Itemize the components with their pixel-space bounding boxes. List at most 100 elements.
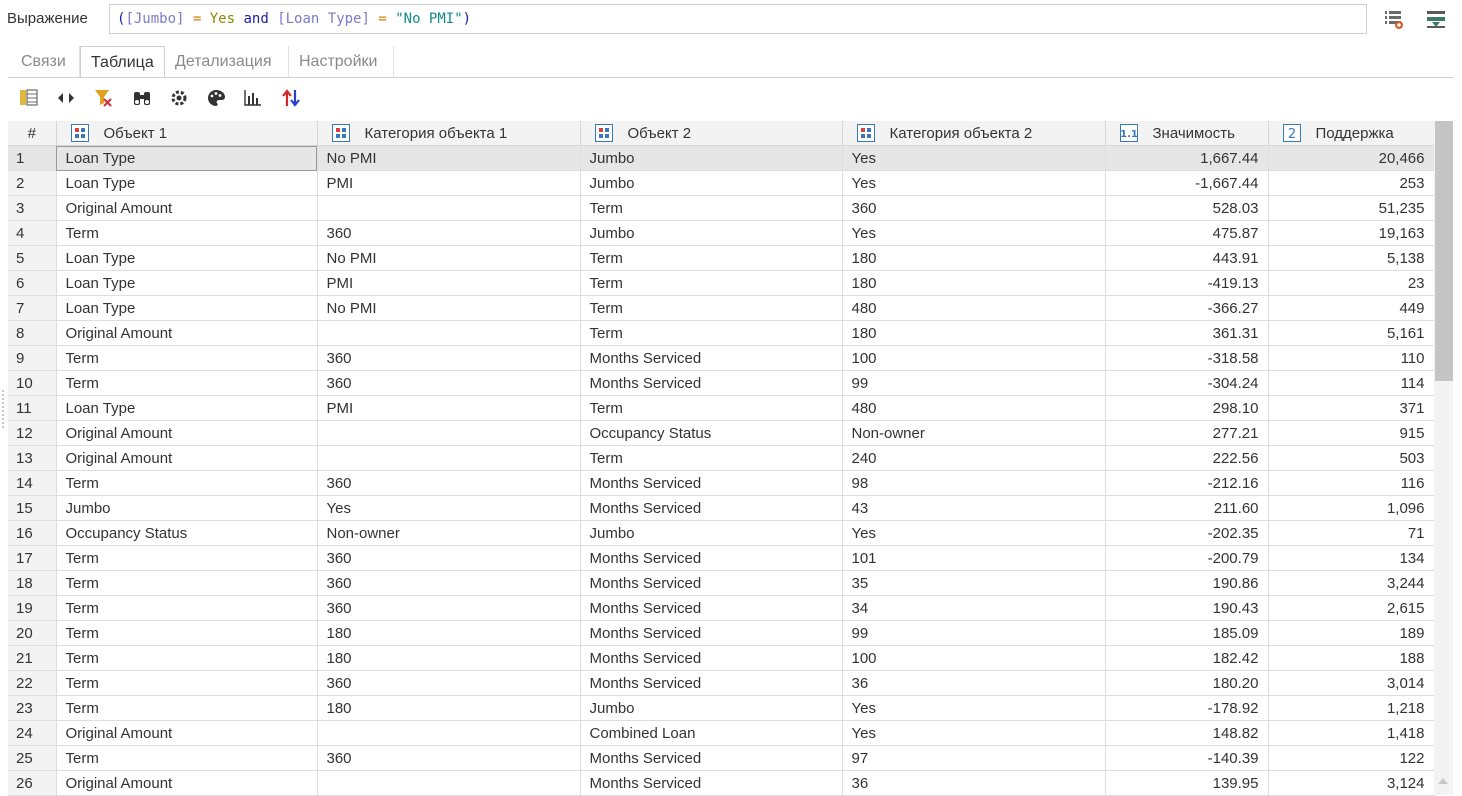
cell-category2[interactable]: 34: [842, 595, 1106, 621]
table-row[interactable]: 16 Occupancy Status Non-owner Jumbo Yes -202.…: [8, 520, 1435, 546]
cell-support[interactable]: 5,138: [1268, 245, 1435, 271]
cell-support[interactable]: 1,418: [1268, 720, 1435, 746]
tab-details[interactable]: Детализация: [165, 46, 289, 77]
cell-category2[interactable]: 43: [842, 495, 1106, 521]
cell-significance[interactable]: 443.91: [1105, 245, 1269, 271]
table-row[interactable]: 4 Term 360 Jumbo Yes 475.87 19,163: [8, 220, 1435, 246]
cell-object1[interactable]: Loan Type: [56, 395, 318, 421]
cell-object2[interactable]: Term: [580, 270, 843, 296]
cell-object1[interactable]: Original Amount: [56, 420, 318, 446]
cell-object2[interactable]: Jumbo: [580, 695, 843, 721]
cell-category2[interactable]: 180: [842, 270, 1106, 296]
table-row[interactable]: 15 Jumbo Yes Months Serviced 43 211.60 1,096: [8, 495, 1435, 521]
table-row[interactable]: 10 Term 360 Months Serviced 99 -304.24 114: [8, 370, 1435, 396]
cell-support[interactable]: 1,096: [1268, 495, 1435, 521]
row-number[interactable]: 8: [8, 320, 57, 346]
settings-icon[interactable]: [168, 87, 190, 109]
cell-category2[interactable]: 101: [842, 545, 1106, 571]
cell-support[interactable]: 116: [1268, 470, 1435, 496]
cell-significance[interactable]: 1,667.44: [1105, 145, 1269, 171]
cell-significance[interactable]: -419.13: [1105, 270, 1269, 296]
row-number[interactable]: 14: [8, 470, 57, 496]
cell-support[interactable]: 449: [1268, 295, 1435, 321]
cell-category2[interactable]: Yes: [842, 520, 1106, 546]
cell-category2[interactable]: 240: [842, 445, 1106, 471]
cell-significance[interactable]: 528.03: [1105, 195, 1269, 221]
cell-significance[interactable]: -318.58: [1105, 345, 1269, 371]
table-row[interactable]: 25 Term 360 Months Serviced 97 -140.39 122: [8, 745, 1435, 771]
cell-significance[interactable]: 148.82: [1105, 720, 1269, 746]
row-number[interactable]: 7: [8, 295, 57, 321]
filter-clear-icon[interactable]: [92, 87, 114, 109]
cell-object1[interactable]: Jumbo: [56, 495, 318, 521]
cell-category2[interactable]: 36: [842, 770, 1106, 796]
cell-object1[interactable]: Original Amount: [56, 195, 318, 221]
cell-significance[interactable]: -1,667.44: [1105, 170, 1269, 196]
cell-support[interactable]: 371: [1268, 395, 1435, 421]
table-row[interactable]: 23 Term 180 Jumbo Yes -178.92 1,218: [8, 695, 1435, 721]
cell-significance[interactable]: -200.79: [1105, 545, 1269, 571]
row-number[interactable]: 17: [8, 545, 57, 571]
column-header-category1[interactable]: Категория объекта 1: [317, 121, 581, 146]
cell-object2[interactable]: Jumbo: [580, 520, 843, 546]
table-row[interactable]: 22 Term 360 Months Serviced 36 180.20 3,014: [8, 670, 1435, 696]
cell-category1[interactable]: [317, 420, 581, 446]
cell-object1[interactable]: Original Amount: [56, 720, 318, 746]
cell-category2[interactable]: 480: [842, 295, 1106, 321]
table-row[interactable]: 8 Original Amount Term 180 361.31 5,161: [8, 320, 1435, 346]
cell-significance[interactable]: 182.42: [1105, 645, 1269, 671]
tab-settings[interactable]: Настройки: [289, 46, 394, 77]
cell-significance[interactable]: -304.24: [1105, 370, 1269, 396]
tab-table[interactable]: Таблица: [80, 46, 165, 78]
cell-category2[interactable]: Non-owner: [842, 420, 1106, 446]
cell-support[interactable]: 915: [1268, 420, 1435, 446]
cell-category2[interactable]: 480: [842, 395, 1106, 421]
cell-object1[interactable]: Term: [56, 220, 318, 246]
table-row[interactable]: 19 Term 360 Months Serviced 34 190.43 2,615: [8, 595, 1435, 621]
cell-support[interactable]: 122: [1268, 745, 1435, 771]
cell-support[interactable]: 3,244: [1268, 570, 1435, 596]
cell-category2[interactable]: 35: [842, 570, 1106, 596]
cell-object1[interactable]: Loan Type: [56, 295, 318, 321]
table-row[interactable]: 9 Term 360 Months Serviced 100 -318.58 110: [8, 345, 1435, 371]
row-number[interactable]: 6: [8, 270, 57, 296]
row-number[interactable]: 12: [8, 420, 57, 446]
scrollbar-thumb[interactable]: [1435, 121, 1453, 381]
cell-support[interactable]: 2,615: [1268, 595, 1435, 621]
cell-object1[interactable]: Term: [56, 470, 318, 496]
table-row[interactable]: 20 Term 180 Months Serviced 99 185.09 189: [8, 620, 1435, 646]
cell-significance[interactable]: 277.21: [1105, 420, 1269, 446]
row-number[interactable]: 5: [8, 245, 57, 271]
cell-category1[interactable]: 360: [317, 570, 581, 596]
row-number[interactable]: 16: [8, 520, 57, 546]
cell-category1[interactable]: 360: [317, 545, 581, 571]
row-number[interactable]: 20: [8, 620, 57, 646]
row-number[interactable]: 13: [8, 445, 57, 471]
cell-category1[interactable]: 360: [317, 345, 581, 371]
cell-significance[interactable]: -202.35: [1105, 520, 1269, 546]
cell-category2[interactable]: 99: [842, 370, 1106, 396]
cell-object2[interactable]: Months Serviced: [580, 595, 843, 621]
cell-object1[interactable]: Term: [56, 645, 318, 671]
filter-apply-icon[interactable]: [1383, 8, 1405, 30]
row-number[interactable]: 3: [8, 195, 57, 221]
cell-object1[interactable]: Term: [56, 670, 318, 696]
cell-category1[interactable]: 180: [317, 620, 581, 646]
cell-category1[interactable]: Non-owner: [317, 520, 581, 546]
cell-category1[interactable]: PMI: [317, 395, 581, 421]
vertical-scrollbar[interactable]: [1434, 121, 1453, 795]
row-number[interactable]: 21: [8, 645, 57, 671]
cell-object1[interactable]: Occupancy Status: [56, 520, 318, 546]
cell-object1[interactable]: Term: [56, 695, 318, 721]
cell-object2[interactable]: Months Serviced: [580, 345, 843, 371]
cell-support[interactable]: 19,163: [1268, 220, 1435, 246]
palette-icon[interactable]: [205, 87, 227, 109]
table-row[interactable]: 7 Loan Type No PMI Term 480 -366.27 449: [8, 295, 1435, 321]
cell-object2[interactable]: Months Serviced: [580, 545, 843, 571]
cell-object1[interactable]: Term: [56, 570, 318, 596]
table-row[interactable]: 24 Original Amount Combined Loan Yes 148.82 1…: [8, 720, 1435, 746]
cell-category2[interactable]: Yes: [842, 720, 1106, 746]
table-row[interactable]: 2 Loan Type PMI Jumbo Yes -1,667.44 253: [8, 170, 1435, 196]
cell-object2[interactable]: Months Serviced: [580, 570, 843, 596]
table-row[interactable]: 17 Term 360 Months Serviced 101 -200.79 134: [8, 545, 1435, 571]
